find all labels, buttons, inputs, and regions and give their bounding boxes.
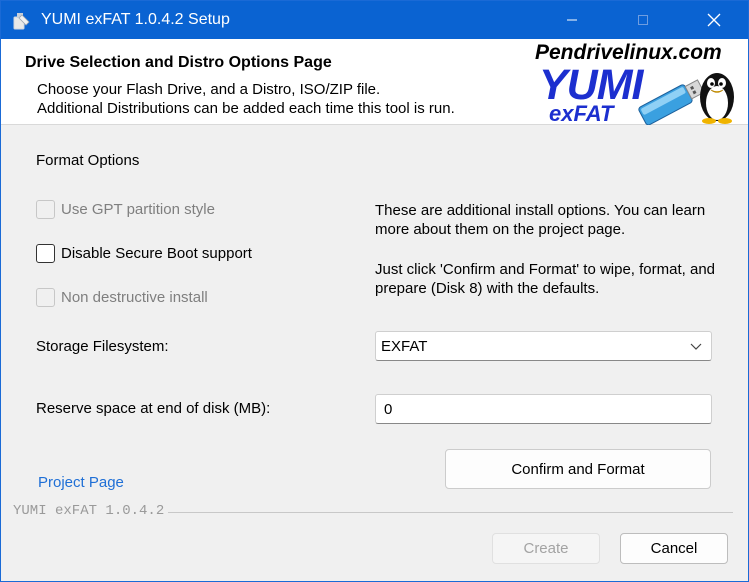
storage-filesystem-label: Storage Filesystem: [36,338,169,355]
app-icon [13,13,30,30]
confirm-and-format-button[interactable]: Confirm and Format [445,449,711,489]
page-subtitle-line-2: Additional Distributions can be added ea… [37,100,455,117]
close-icon [707,13,721,27]
non-destructive-install-checkbox[interactable]: Non destructive install [36,286,208,308]
page-header: Drive Selection and Distro Options Page … [1,39,748,126]
create-button[interactable]: Create [492,533,600,564]
page-title: Drive Selection and Distro Options Page [25,54,332,71]
cancel-button[interactable]: Cancel [620,533,728,564]
logo-sub-text: exFAT [549,101,614,126]
checkbox-label: Disable Secure Boot support [61,244,252,262]
maximize-button[interactable] [620,1,666,39]
usb-penguin-icon [638,73,734,125]
checkbox-label: Non destructive install [61,288,208,306]
title-bar[interactable]: YUMI exFAT 1.0.4.2 Setup [1,1,748,39]
setup-window: YUMI exFAT 1.0.4.2 Setup Drive Selection… [0,0,749,582]
yumi-logo: Pendrivelinux.com YUMI exFAT [531,39,748,126]
close-button[interactable] [691,1,737,39]
disable-secure-boot-checkbox[interactable]: Disable Secure Boot support [36,242,252,264]
format-options-label: Format Options [36,152,140,169]
reserve-space-input[interactable] [375,394,712,424]
maximize-icon [638,15,648,25]
select-value: EXFAT [381,338,428,355]
project-page-link[interactable]: Project Page [38,474,124,491]
chevron-down-icon [690,343,702,350]
checkbox-label: Use GPT partition style [61,200,215,218]
window-title: YUMI exFAT 1.0.4.2 Setup [41,11,230,28]
reserve-space-label: Reserve space at end of disk (MB): [36,400,271,417]
info-text-options: These are additional install options. Yo… [375,202,706,238]
minimize-button[interactable] [549,1,595,39]
checkbox-box[interactable] [36,243,55,263]
info-text-defaults: Just click 'Confirm and Format' to wipe,… [375,261,716,297]
storage-filesystem-select[interactable]: EXFAT [375,331,712,361]
checkbox-box[interactable] [36,287,55,307]
minimize-icon [567,19,577,21]
gpt-partition-checkbox[interactable]: Use GPT partition style [36,198,215,220]
page-subtitle-line-1: Choose your Flash Drive, and a Distro, I… [37,81,381,98]
version-label: YUMI exFAT 1.0.4.2 [13,503,169,519]
checkbox-box[interactable] [36,199,55,219]
